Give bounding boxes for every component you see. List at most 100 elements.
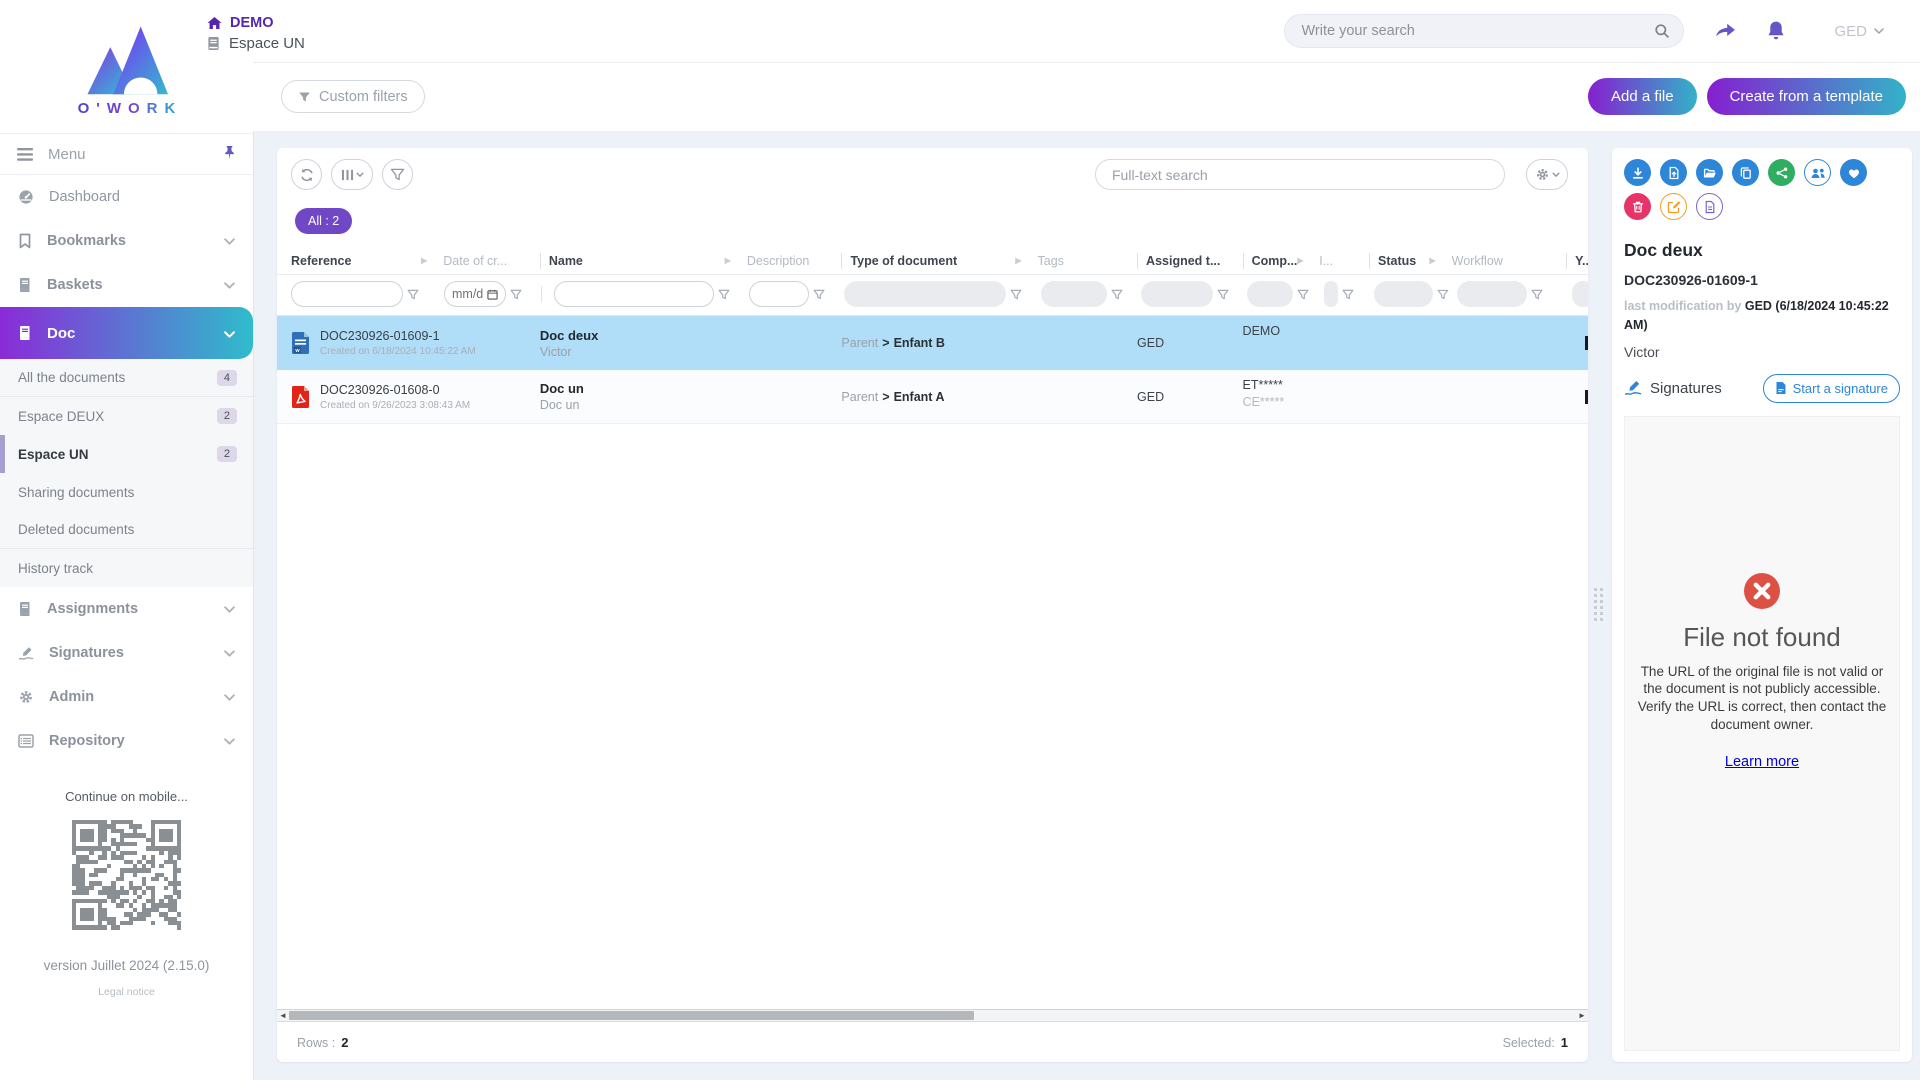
search-icon[interactable]	[1654, 23, 1670, 39]
column-header-description[interactable]: Description	[739, 247, 834, 274]
submenu-label: Deleted documents	[18, 522, 134, 537]
filter-icon[interactable]	[1342, 289, 1354, 300]
share-button[interactable]	[1768, 159, 1795, 186]
column-header-workflow[interactable]: Workflow	[1444, 247, 1558, 274]
sidebar-item-all-documents[interactable]: All the documents 4	[0, 359, 253, 397]
document-created: Created on 6/18/2024 10:45:22 AM	[320, 346, 476, 357]
sidebar-item-sharing-documents[interactable]: Sharing documents	[0, 473, 253, 511]
filter-icon[interactable]	[1437, 289, 1449, 300]
download-button[interactable]	[1624, 159, 1651, 186]
company-sub: CE*****	[1243, 394, 1312, 411]
start-signature-button[interactable]: Start a signature	[1763, 374, 1900, 403]
sidebar-item-signatures[interactable]: Signatures	[0, 631, 253, 675]
filter-disabled-y	[1572, 281, 1588, 307]
filter-date-input[interactable]: mm/d	[444, 281, 506, 307]
bell-icon[interactable]	[1766, 20, 1786, 42]
column-header-status[interactable]: Status▶	[1361, 247, 1444, 274]
document-properties-button[interactable]	[1696, 193, 1723, 220]
delete-button[interactable]	[1624, 193, 1651, 220]
breadcrumb-space[interactable]: Espace UN	[207, 35, 305, 52]
type-parent: Parent	[841, 336, 878, 350]
horizontal-scrollbar[interactable]: ◄ ►	[277, 1009, 1588, 1022]
edit-button[interactable]	[1660, 193, 1687, 220]
column-header-tags[interactable]: Tags	[1030, 247, 1130, 274]
column-header-company[interactable]: Comp...▶	[1235, 247, 1312, 274]
filter-icon[interactable]	[1217, 289, 1229, 300]
filter-input-reference[interactable]	[291, 281, 403, 307]
filter-icon[interactable]	[813, 289, 825, 300]
add-file-button[interactable]: Add a file	[1588, 78, 1697, 115]
heart-icon	[1847, 166, 1861, 180]
share-arrow-icon[interactable]	[1714, 22, 1736, 40]
sidebar-item-doc[interactable]: Doc	[0, 307, 253, 359]
filter-input-description[interactable]	[749, 281, 809, 307]
filter-icon[interactable]	[510, 289, 522, 300]
scroll-left-arrow[interactable]: ◄	[277, 1010, 289, 1021]
signatures-row: Signatures Start a signature	[1624, 374, 1900, 403]
gear-icon	[1535, 167, 1550, 182]
signature-icon	[18, 646, 34, 661]
scroll-right-arrow[interactable]: ►	[1576, 1010, 1588, 1021]
learn-more-link[interactable]: Learn more	[1725, 754, 1799, 770]
sidebar-item-admin[interactable]: Admin	[0, 675, 253, 719]
sidebar-item-assignments[interactable]: Assignments	[0, 587, 253, 631]
column-header-assigned-to[interactable]: Assigned t...	[1129, 247, 1235, 274]
folder-open-icon	[1703, 166, 1717, 180]
filter-icon[interactable]	[1297, 289, 1309, 300]
favorite-button[interactable]	[1840, 159, 1867, 186]
chevron-down-icon	[224, 325, 235, 342]
filter-icon[interactable]	[1111, 289, 1123, 300]
scrollbar-thumb[interactable]	[289, 1011, 974, 1020]
logo-wordmark: O'WORK	[71, 100, 183, 117]
sidebar-item-bookmarks[interactable]: Bookmarks	[0, 219, 253, 263]
column-header-type-of-document[interactable]: Type of document▶	[833, 247, 1029, 274]
breadcrumb-app[interactable]: DEMO	[207, 15, 305, 31]
create-from-template-button[interactable]: Create from a template	[1707, 78, 1906, 115]
legal-notice-link[interactable]: Legal notice	[0, 986, 253, 998]
sidebar-item-label: Dashboard	[49, 189, 120, 205]
sidebar-item-history-track[interactable]: History track	[0, 549, 253, 587]
filter-icon[interactable]	[1010, 289, 1022, 300]
column-header-reference[interactable]: Reference▶	[283, 247, 435, 274]
global-search-input[interactable]	[1301, 23, 1654, 39]
filter-icon[interactable]	[718, 289, 730, 300]
sidebar-item-espace-deux[interactable]: Espace DEUX 2	[0, 397, 253, 435]
filter-disabled-company	[1247, 281, 1293, 307]
filter-disabled-type	[844, 281, 1006, 307]
sidebar-item-baskets[interactable]: Baskets	[0, 263, 253, 307]
all-count-badge[interactable]: All : 2	[295, 208, 352, 234]
sidebar-item-dashboard[interactable]: Dashboard	[0, 175, 253, 219]
users-button[interactable]	[1804, 159, 1831, 186]
sidebar-item-repository[interactable]: Repository	[0, 719, 253, 763]
open-folder-button[interactable]	[1696, 159, 1723, 186]
column-header-i[interactable]: I...	[1311, 247, 1361, 274]
panel-resize-handle[interactable]	[1594, 588, 1603, 621]
table-row[interactable]: w DOC230926-01609-1 Created on 6/18/2024…	[277, 316, 1588, 370]
filter-input-name[interactable]	[554, 281, 714, 307]
custom-filters-button[interactable]: Custom filters	[281, 80, 425, 113]
columns-button[interactable]	[331, 159, 373, 190]
type-separator: >	[882, 390, 889, 404]
pin-sidebar-icon[interactable]	[223, 145, 236, 164]
sidebar-item-deleted-documents[interactable]: Deleted documents	[0, 511, 253, 549]
filter-button[interactable]	[382, 159, 413, 190]
chevron-down-icon	[224, 689, 235, 705]
table-row[interactable]: DOC230926-01608-0 Created on 9/26/2023 3…	[277, 370, 1588, 424]
table-footer: Rows :2 Selected:1	[277, 1022, 1588, 1062]
user-menu[interactable]: GED	[1834, 23, 1884, 40]
refresh-button[interactable]	[291, 159, 322, 190]
menu-toggle[interactable]: Menu	[0, 133, 253, 175]
upload-file-button[interactable]	[1660, 159, 1687, 186]
column-header-name[interactable]: Name▶	[532, 247, 739, 274]
sidebar-item-label: Doc	[47, 325, 75, 342]
document-author: Victor	[1624, 344, 1900, 360]
sidebar-item-espace-un[interactable]: Espace UN 2	[0, 435, 253, 473]
table-settings-button[interactable]	[1526, 159, 1568, 190]
bookmark-icon	[18, 233, 32, 249]
column-header-y[interactable]: Y...	[1558, 247, 1588, 274]
filter-icon[interactable]	[407, 289, 419, 300]
filter-icon[interactable]	[1531, 289, 1543, 300]
copy-button[interactable]	[1732, 159, 1759, 186]
column-header-date-of-creation[interactable]: Date of cr...	[435, 247, 532, 274]
fulltext-search-input[interactable]	[1095, 159, 1505, 190]
